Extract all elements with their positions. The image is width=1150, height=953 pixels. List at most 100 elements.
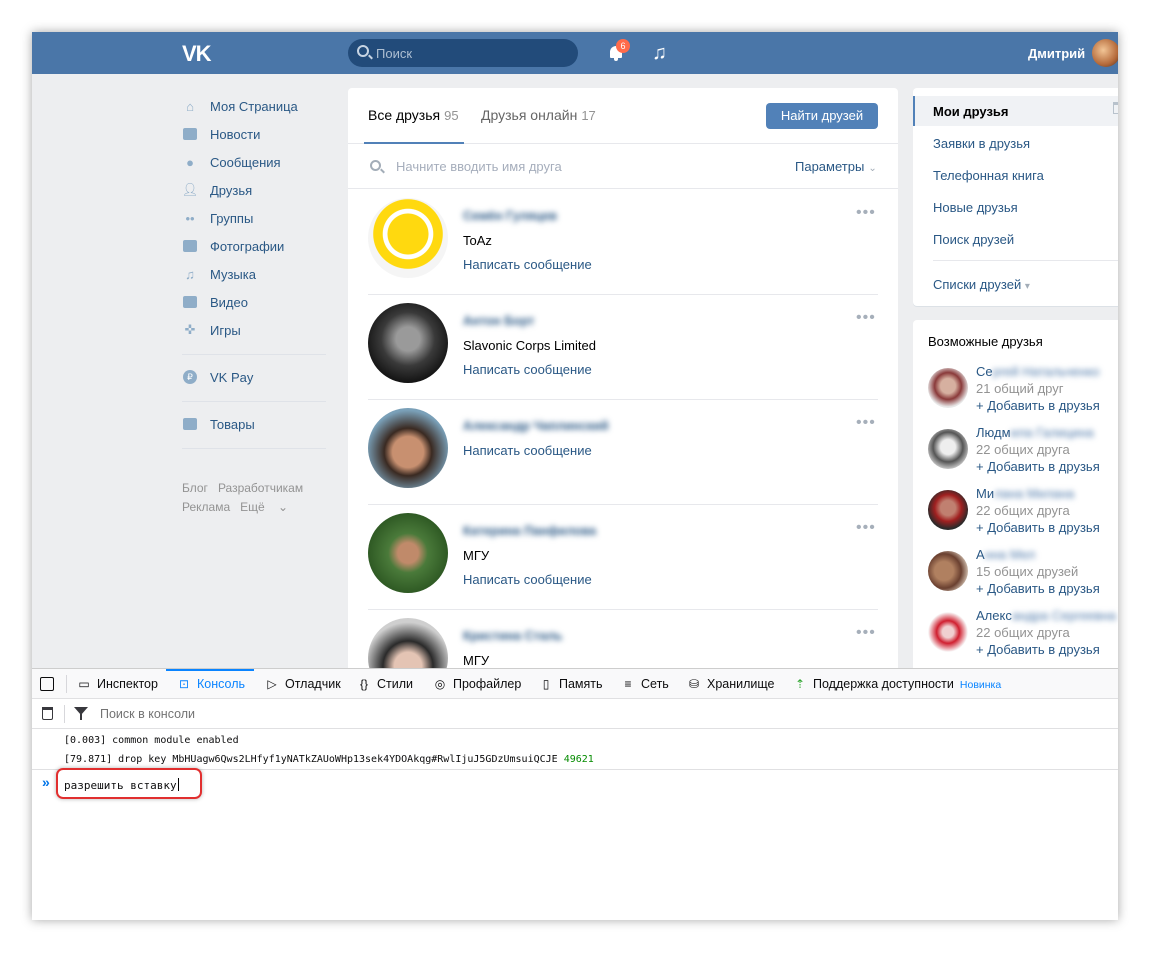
tab-friends-online[interactable]: Друзья онлайн 17 (481, 107, 596, 123)
friend-subtitle: МГУ (463, 548, 490, 563)
tab-memory[interactable]: ▯ Память (538, 669, 603, 699)
write-message-link[interactable]: Написать сообщение (463, 257, 592, 272)
element-picker-icon[interactable] (40, 677, 54, 691)
sidebar-item-news[interactable]: Новости (182, 120, 332, 148)
friend-name[interactable]: Семён Гуляцев (463, 209, 557, 223)
friend-subtitle: ToAz (463, 233, 492, 248)
sidebar-item-friends[interactable]: 👤︎ Друзья (182, 176, 332, 204)
write-message-link[interactable]: Написать сообщение (463, 572, 592, 587)
top-header: VK Поиск 6 ♫ Дмитрий (32, 32, 1118, 74)
chevron-down-icon: ▾ (1024, 281, 1030, 292)
sidebar-item-my-page[interactable]: ⌂ Моя Страница (182, 92, 332, 120)
params-dropdown[interactable]: Параметры ⌄ (795, 159, 877, 174)
more-icon[interactable]: ••• (856, 204, 876, 222)
sidebar-item-goods[interactable]: Товары (182, 410, 332, 438)
console-log-line: [0.003] common module enabled (64, 735, 239, 746)
friend-name[interactable]: Катерина Панфилова (463, 524, 596, 538)
tab-styles[interactable]: {} Стили (356, 669, 413, 699)
console-icon: ⊡ (178, 677, 190, 691)
more-icon[interactable]: ••• (856, 309, 876, 327)
add-friend-link[interactable]: + Добавить в друзья (976, 642, 1100, 657)
friend-avatar[interactable] (368, 303, 448, 383)
sidebar-item-vkpay[interactable]: ₽ VK Pay (182, 363, 332, 391)
active-tab-indicator (166, 669, 254, 671)
sidebar-item-photos[interactable]: Фотографии (182, 232, 332, 260)
write-message-link[interactable]: Написать сообщение (463, 362, 592, 377)
menu-phone-book[interactable]: Телефонная книга (933, 168, 1044, 183)
more-icon[interactable]: ••• (856, 624, 876, 642)
console-filter-input[interactable]: Поиск в консоли (100, 707, 195, 721)
add-friend-link[interactable]: + Добавить в друзья (976, 459, 1100, 474)
suggested-name[interactable]: Сергей Натальченко (976, 364, 1100, 379)
sidebar-item-groups[interactable]: •• Группы (182, 204, 332, 232)
menu-my-friends[interactable]: Мои друзья (933, 104, 1009, 119)
tab-console[interactable]: ⊡ Консоль (176, 669, 245, 699)
suggested-avatar[interactable] (928, 490, 968, 530)
footer-link-developers[interactable]: Разработчикам (218, 481, 303, 495)
tab-network[interactable]: ≡ Сеть (620, 669, 668, 699)
trash-icon[interactable] (1113, 102, 1118, 114)
tab-profiler[interactable]: ◎ Профайлер (432, 669, 522, 699)
friends-icon: 👤︎ (181, 182, 199, 197)
browser-window: VK Поиск 6 ♫ Дмитрий ⌂ Моя Страница Новос… (32, 32, 1118, 920)
menu-friend-requests[interactable]: Заявки в друзья (933, 136, 1030, 151)
suggested-name[interactable]: Анна Мел (976, 547, 1035, 562)
footer-link-blog[interactable]: Блог (182, 481, 208, 495)
friend-avatar[interactable] (368, 513, 448, 593)
user-name[interactable]: Дмитрий (1028, 46, 1085, 61)
sidebar-item-messages[interactable]: ● Сообщения (182, 148, 332, 176)
friend-name[interactable]: Александр Чаплинский (463, 419, 609, 433)
suggested-friend: Анна Мел 15 общих друзей + Добавить в др… (928, 547, 1118, 605)
more-icon[interactable]: ••• (856, 414, 876, 432)
suggested-name[interactable]: Александра Сергеевна (976, 608, 1116, 623)
filter-icon[interactable] (74, 707, 88, 720)
tab-debugger[interactable]: ▷ Отладчик (264, 669, 340, 699)
sidebar-item-label: Сообщения (210, 154, 281, 170)
friend-name[interactable]: Кристина Сталь (463, 629, 562, 643)
music-icon[interactable]: ♫ (652, 42, 667, 65)
mutual-friends: 15 общих друзей (976, 564, 1079, 579)
friends-panel: Все друзья 95 Друзья онлайн 17 Найти друзе… (348, 88, 898, 715)
sidebar-item-games[interactable]: ✜ Игры (182, 316, 332, 344)
suggested-avatar[interactable] (928, 612, 968, 652)
more-icon[interactable]: ••• (856, 519, 876, 537)
vk-logo[interactable]: VK (182, 41, 212, 67)
tab-storage[interactable]: ⛁ Хранилище (686, 669, 775, 699)
mutual-friends: 21 общий друг (976, 381, 1064, 396)
search-input[interactable]: Поиск (348, 39, 578, 67)
menu-new-friends[interactable]: Новые друзья (933, 200, 1018, 215)
trash-icon[interactable] (42, 707, 53, 720)
menu-friend-lists[interactable]: Списки друзей ▾ (933, 277, 1030, 292)
friend-search-input[interactable]: Начните вводить имя друга Параметры ⌄ (348, 145, 898, 189)
footer-link-more[interactable]: Ещё ⌄ (240, 500, 288, 514)
friend-name[interactable]: Антон Борт (463, 314, 534, 328)
friend-subtitle: МГУ (463, 653, 490, 668)
log-number: 49621 (563, 754, 594, 765)
sidebar-item-video[interactable]: Видео (182, 288, 332, 316)
add-friend-link[interactable]: + Добавить в друзья (976, 398, 1100, 413)
avatar[interactable] (1092, 39, 1118, 67)
tab-count: 17 (581, 108, 596, 123)
suggested-name[interactable]: Милана Милана (976, 486, 1074, 501)
tab-all-friends[interactable]: Все друзья 95 (368, 107, 459, 123)
menu-find-friends[interactable]: Поиск друзей (933, 232, 1014, 247)
sidebar-item-label: Моя Страница (210, 98, 298, 114)
suggested-avatar[interactable] (928, 551, 968, 591)
suggested-avatar[interactable] (928, 368, 968, 408)
camera-icon (182, 239, 198, 253)
find-friends-button[interactable]: Найти друзей (766, 103, 878, 129)
tab-inspector[interactable]: ▭ Инспектор (76, 669, 158, 699)
sidebar-item-music[interactable]: ♫ Музыка (182, 260, 332, 288)
friend-avatar[interactable] (368, 408, 448, 488)
friend-avatar[interactable] (368, 198, 448, 278)
suggested-avatar[interactable] (928, 429, 968, 469)
sidebar-item-label: Группы (210, 210, 254, 226)
write-message-link[interactable]: Написать сообщение (463, 443, 592, 458)
footer-link-ads[interactable]: Реклама (182, 500, 230, 514)
tab-accessibility[interactable]: ⇡ Поддержка доступности Новинка (792, 669, 1001, 699)
console-input[interactable]: разрешить вставку (64, 778, 179, 792)
add-friend-link[interactable]: + Добавить в друзья (976, 581, 1100, 596)
inspector-icon: ▭ (78, 677, 90, 691)
suggested-name[interactable]: Людмила Галицина (976, 425, 1094, 440)
add-friend-link[interactable]: + Добавить в друзья (976, 520, 1100, 535)
